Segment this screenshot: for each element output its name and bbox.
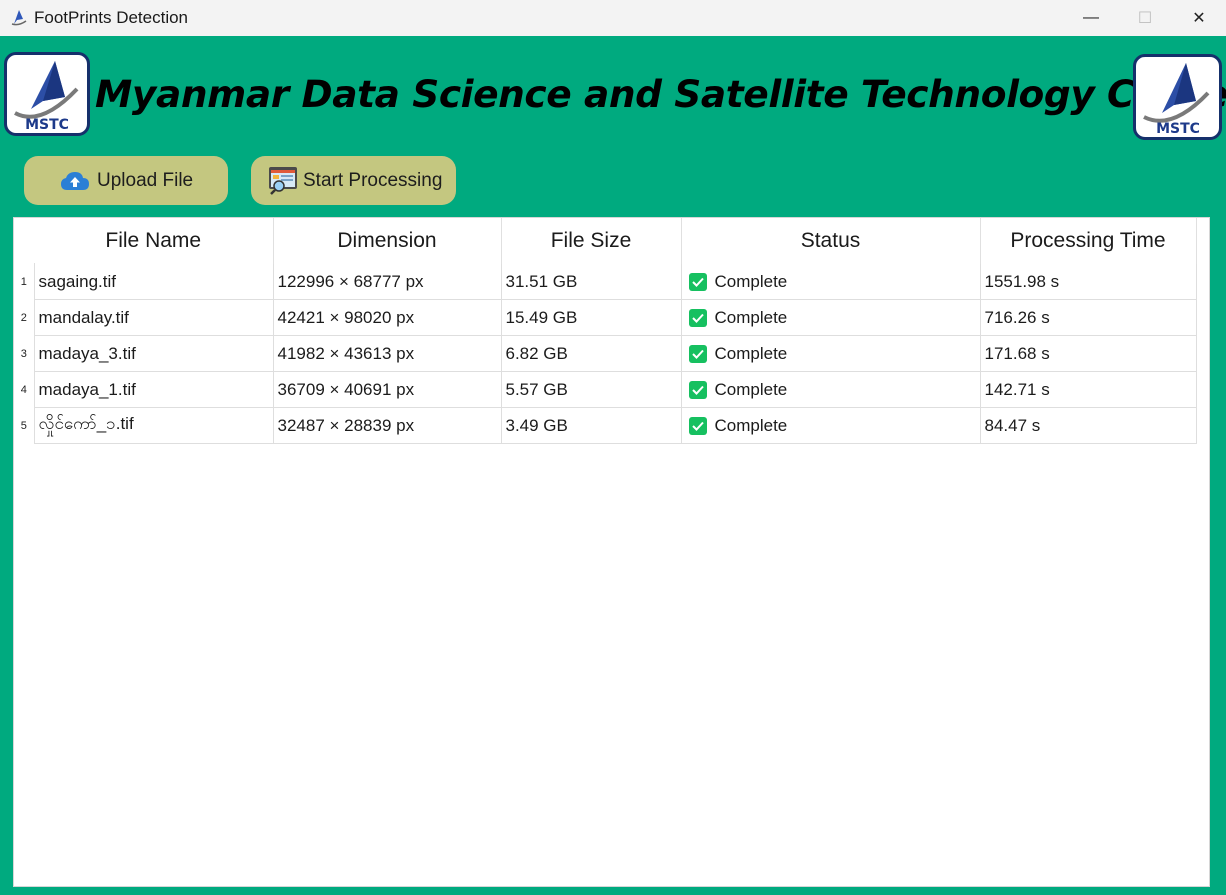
check-icon xyxy=(688,416,707,435)
table-row[interactable]: 3 madaya_3.tif 41982 × 43613 px 6.82 GB … xyxy=(14,335,1197,372)
file-name-cell[interactable]: sagaing.tif xyxy=(34,263,274,300)
status-text: Complete xyxy=(714,415,788,435)
status-cell[interactable]: Complete xyxy=(681,335,981,372)
check-icon xyxy=(688,308,707,327)
start-processing-button[interactable]: Start Processing xyxy=(251,156,456,205)
table-row[interactable]: 1 sagaing.tif 122996 × 68777 px 31.51 GB… xyxy=(14,263,1197,300)
table-corner xyxy=(14,218,34,264)
file-name-cell[interactable]: madaya_3.tif xyxy=(34,335,274,372)
status-cell[interactable]: Complete xyxy=(681,263,981,300)
file-size-cell[interactable]: 6.82 GB xyxy=(501,335,682,372)
row-number: 1 xyxy=(14,263,35,300)
file-size-cell[interactable]: 3.49 GB xyxy=(501,407,682,444)
mstc-logo-icon: MSTC xyxy=(14,61,79,133)
dimension-cell[interactable]: 36709 × 40691 px xyxy=(273,371,502,408)
file-name-cell[interactable]: mandalay.tif xyxy=(34,299,274,336)
dimension-cell[interactable]: 41982 × 43613 px xyxy=(273,335,502,372)
dimension-cell[interactable]: 32487 × 28839 px xyxy=(273,407,502,444)
maximize-button[interactable]: ☐ xyxy=(1118,0,1172,36)
mstc-logo-icon: MSTC xyxy=(1143,63,1210,137)
processing-time-cell[interactable]: 142.71 s xyxy=(980,371,1197,408)
results-table-panel: File Name Dimension File Size Status Pro… xyxy=(13,217,1210,887)
column-header-file-size[interactable]: File Size xyxy=(501,218,682,264)
file-size-cell[interactable]: 5.57 GB xyxy=(501,371,682,408)
dimension-cell[interactable]: 42421 × 98020 px xyxy=(273,299,502,336)
cloud-upload-icon xyxy=(60,170,90,192)
table-header-row: File Name Dimension File Size Status Pro… xyxy=(14,218,1197,264)
file-name-cell[interactable]: လှိုင်ကော်_၁.tif xyxy=(34,407,274,444)
row-number: 4 xyxy=(14,371,35,408)
check-icon xyxy=(688,344,707,363)
mstc-logo-left: MSTC xyxy=(4,52,90,136)
window-controls: — ☐ ✕ xyxy=(1064,0,1226,36)
processing-time-cell[interactable]: 171.68 s xyxy=(980,335,1197,372)
check-icon xyxy=(688,380,707,399)
row-number: 3 xyxy=(14,335,35,372)
status-text: Complete xyxy=(714,379,788,399)
status-cell[interactable]: Complete xyxy=(681,371,981,408)
table-row[interactable]: 4 madaya_1.tif 36709 × 40691 px 5.57 GB … xyxy=(14,371,1197,408)
status-text: Complete xyxy=(714,307,788,327)
title-bar: FootPrints Detection — ☐ ✕ xyxy=(0,0,1226,37)
file-size-cell[interactable]: 31.51 GB xyxy=(501,263,682,300)
check-icon xyxy=(688,272,707,291)
upload-file-label: Upload File xyxy=(97,169,194,191)
status-cell[interactable]: Complete xyxy=(681,299,981,336)
dimension-cell[interactable]: 122996 × 68777 px xyxy=(273,263,502,300)
file-name-cell[interactable]: madaya_1.tif xyxy=(34,371,274,408)
image-search-icon xyxy=(268,166,300,196)
file-size-cell[interactable]: 15.49 GB xyxy=(501,299,682,336)
processing-time-cell[interactable]: 84.47 s xyxy=(980,407,1197,444)
row-number: 2 xyxy=(14,299,35,336)
column-header-dimension[interactable]: Dimension xyxy=(273,218,502,264)
minimize-button[interactable]: — xyxy=(1064,0,1118,36)
row-number: 5 xyxy=(14,407,35,444)
column-header-file-name[interactable]: File Name xyxy=(34,218,274,264)
mstc-logo-text: MSTC xyxy=(25,117,69,133)
start-processing-label: Start Processing xyxy=(303,169,443,191)
column-header-processing-time[interactable]: Processing Time xyxy=(980,218,1197,264)
processing-time-cell[interactable]: 716.26 s xyxy=(980,299,1197,336)
processing-time-cell[interactable]: 1551.98 s xyxy=(980,263,1197,300)
app-window: MSTC Myanmar Data Science and Satellite … xyxy=(0,36,1226,895)
banner-title: Myanmar Data Science and Satellite Techn… xyxy=(95,72,1226,116)
close-button[interactable]: ✕ xyxy=(1172,0,1226,36)
table-row[interactable]: 5 လှိုင်ကော်_၁.tif 32487 × 28839 px 3.49… xyxy=(14,407,1197,444)
upload-file-button[interactable]: Upload File xyxy=(24,156,228,205)
status-cell[interactable]: Complete xyxy=(681,407,981,444)
results-table: File Name Dimension File Size Status Pro… xyxy=(14,218,1197,444)
window-title: FootPrints Detection xyxy=(34,8,189,27)
app-logo-icon xyxy=(11,10,27,26)
status-text: Complete xyxy=(714,271,788,291)
column-header-status[interactable]: Status xyxy=(681,218,981,264)
status-text: Complete xyxy=(714,343,788,363)
mstc-logo-right: MSTC xyxy=(1133,54,1222,140)
table-row[interactable]: 2 mandalay.tif 42421 × 98020 px 15.49 GB… xyxy=(14,299,1197,336)
mstc-logo-text: MSTC xyxy=(1156,121,1200,137)
